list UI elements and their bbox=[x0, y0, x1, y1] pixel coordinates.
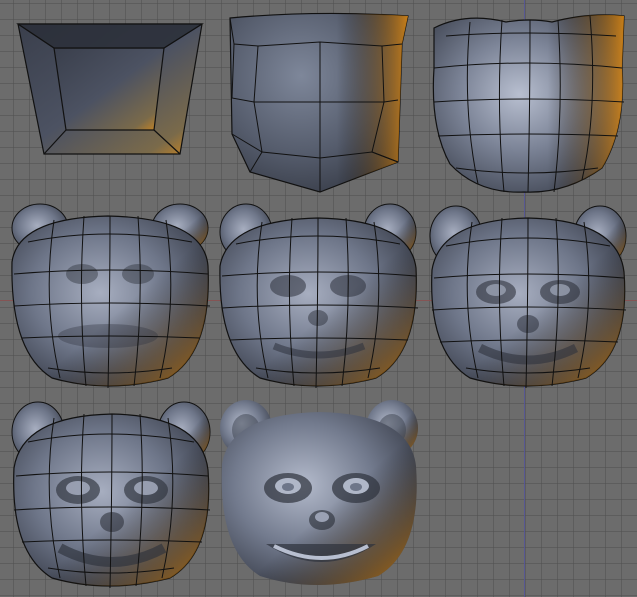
model-stage-3[interactable] bbox=[426, 8, 632, 194]
bear-head-mesh-2 bbox=[219, 203, 419, 389]
bear-head-mesh-1 bbox=[11, 203, 211, 389]
rounded-head-mesh bbox=[432, 14, 625, 193]
bear-head-smooth bbox=[220, 400, 418, 585]
box-mesh bbox=[16, 23, 205, 155]
model-stage-8[interactable] bbox=[216, 398, 422, 590]
model-stages bbox=[0, 0, 637, 597]
model-stage-4[interactable] bbox=[8, 202, 212, 390]
bear-head-mesh-4 bbox=[11, 401, 211, 589]
model-stage-1[interactable] bbox=[14, 18, 206, 160]
3d-viewport[interactable] bbox=[0, 0, 637, 597]
model-stage-7[interactable] bbox=[8, 398, 214, 590]
bear-head-mesh-3 bbox=[429, 205, 627, 389]
model-stage-6[interactable] bbox=[426, 200, 630, 390]
shield-mesh bbox=[229, 12, 409, 193]
model-stage-5[interactable] bbox=[216, 202, 420, 390]
model-stage-2[interactable] bbox=[222, 12, 412, 194]
